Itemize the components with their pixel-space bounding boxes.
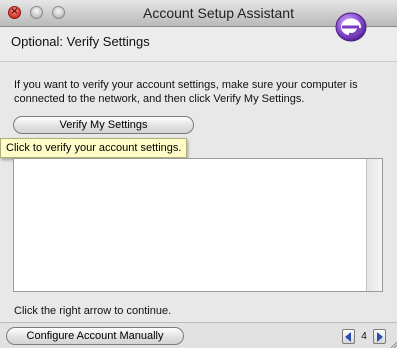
next-step-button[interactable] [373, 328, 386, 344]
step-number: 4 [361, 330, 367, 342]
configure-account-manually-button[interactable]: Configure Account Manually [6, 327, 184, 345]
verification-results-box[interactable] [13, 158, 383, 292]
entourage-e-icon [335, 12, 367, 42]
verify-tooltip: Click to verify your account settings. [0, 138, 188, 158]
footer-bar: Configure Account Manually 4 [0, 322, 397, 348]
results-scrollbar[interactable] [366, 159, 382, 291]
arrow-right-icon [377, 331, 383, 342]
continue-hint: Click the right arrow to continue. [14, 305, 172, 317]
verify-my-settings-button[interactable]: Verify My Settings [13, 116, 194, 134]
page-title: Optional: Verify Settings [11, 34, 150, 49]
instruction-text: If you want to verify your account setti… [14, 79, 358, 105]
step-pager: 4 [342, 328, 386, 344]
account-setup-window: × Account Setup Assistant Optional: Veri… [0, 0, 397, 348]
arrow-left-icon [345, 331, 351, 342]
previous-step-button[interactable] [342, 328, 355, 344]
resize-grip-icon[interactable] [391, 342, 397, 348]
